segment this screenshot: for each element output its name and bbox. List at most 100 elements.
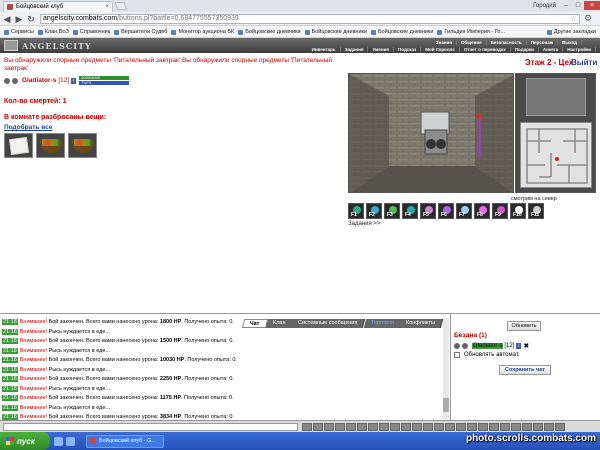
save-chat-button[interactable]: Сохранить чат <box>499 365 551 375</box>
game-menu-item[interactable]: Отчет о переводах <box>460 46 511 52</box>
chat-tool-icon[interactable] <box>511 422 521 431</box>
hotbar-slot[interactable]: F2 <box>366 203 382 219</box>
chat-tab[interactable]: Торговля <box>363 319 402 328</box>
bookmark-item[interactable]: Бойцовские дневники <box>304 29 367 35</box>
hotbar-slot[interactable]: F11 <box>528 203 544 219</box>
hotbar-slot[interactable]: F8 <box>474 203 490 219</box>
auto-refresh-checkbox[interactable] <box>454 352 460 358</box>
bookmark-item[interactable]: Бойцовские дневники <box>371 29 433 35</box>
bookmark-item[interactable]: Справочник <box>72 29 110 35</box>
game-menu-item[interactable]: Настройки <box>563 46 596 52</box>
chat-tool-icon[interactable] <box>478 422 488 431</box>
bookmark-item[interactable]: Клан ВоЗ <box>37 29 69 35</box>
chat-tool-icon[interactable] <box>379 422 389 431</box>
chat-time[interactable]: 21:18 <box>2 328 18 335</box>
chat-time[interactable]: 21:18 <box>2 376 18 382</box>
chat-time[interactable]: 21:18 <box>2 347 18 354</box>
chat-tool-icon[interactable] <box>357 422 367 431</box>
chat-tool-icon[interactable] <box>533 422 543 431</box>
item-breakfast[interactable] <box>36 133 65 158</box>
game-menu-item[interactable]: Умения <box>368 46 395 52</box>
chat-time[interactable]: 21:18 <box>2 395 18 401</box>
back-icon[interactable]: ◀ <box>2 14 12 24</box>
game-menu-item[interactable]: Инвентарь <box>308 46 341 52</box>
hotbar-slot[interactable]: F9 <box>492 203 508 219</box>
hotbar-slot[interactable]: F5 <box>420 203 436 219</box>
chat-time[interactable]: 21:18 <box>2 366 18 373</box>
chat-input[interactable] <box>3 422 298 431</box>
chat-tab[interactable]: Системные сообщения <box>290 319 366 328</box>
refresh-button[interactable]: Обновить <box>507 321 541 331</box>
game-menu-item[interactable]: Общение <box>457 39 487 45</box>
game-menu-item[interactable]: Персонаж <box>527 39 558 45</box>
tasks-link[interactable]: Задания >> <box>348 221 380 227</box>
chat-tool-icon[interactable] <box>324 422 334 431</box>
item-scroll[interactable] <box>4 133 33 158</box>
bookmark-star-icon[interactable]: ☆ <box>570 14 577 23</box>
chat-tool-icon[interactable] <box>522 422 532 431</box>
chat-tool-icon[interactable] <box>555 422 565 431</box>
bookmark-item[interactable]: Монитор аукциона БК <box>171 29 234 35</box>
hotbar-slot[interactable]: F1 <box>348 203 364 219</box>
chat-time[interactable]: 21:18 <box>2 385 18 392</box>
game-menu-item[interactable]: Мой Скроллс <box>421 46 460 52</box>
chat-tool-icon[interactable] <box>302 422 312 431</box>
start-button[interactable]: пуск <box>0 432 50 450</box>
bookmark-item[interactable]: Бойцовские дневники <box>238 29 301 35</box>
chat-time[interactable]: 21:18 <box>2 338 18 344</box>
tab-close-icon[interactable]: × <box>105 4 109 10</box>
wrench-icon[interactable]: ⚙ <box>584 13 592 24</box>
minimize-icon[interactable]: – <box>560 1 572 10</box>
pick-all-link[interactable]: Подобрать все <box>4 124 52 131</box>
info-icon[interactable]: i <box>71 77 77 84</box>
hotbar-slot[interactable]: F10 <box>510 203 526 219</box>
online-user-name[interactable]: Gladiator-s <box>472 343 504 349</box>
chat-tool-icon[interactable] <box>489 422 499 431</box>
chat-tool-icon[interactable] <box>500 422 510 431</box>
chat-tool-icon[interactable] <box>467 422 477 431</box>
bookmark-item[interactable]: Вершители Судеб <box>114 29 167 35</box>
chat-time[interactable]: 21:18 <box>2 357 18 363</box>
exit-link[interactable]: Выйти <box>571 58 597 67</box>
chat-tool-icon[interactable] <box>456 422 466 431</box>
game-menu-item[interactable]: Задания <box>341 46 369 52</box>
chat-scrollbar[interactable] <box>443 318 449 420</box>
chat-tool-icon[interactable] <box>423 422 433 431</box>
chat-tab[interactable]: Конфликты <box>399 319 444 328</box>
chat-tool-icon[interactable] <box>544 422 554 431</box>
chat-tool-icon[interactable] <box>390 422 400 431</box>
chat-time[interactable]: 21:18 <box>2 404 18 411</box>
compass-icon[interactable] <box>526 78 586 116</box>
minimap[interactable] <box>520 122 592 188</box>
dungeon-view[interactable] <box>348 73 514 193</box>
chat-tool-icon[interactable] <box>412 422 422 431</box>
chat-tool-icon[interactable] <box>401 422 411 431</box>
chat-tool-icon[interactable] <box>335 422 345 431</box>
maximize-icon[interactable]: □ <box>572 1 584 10</box>
desktop-icon[interactable] <box>54 436 63 446</box>
chat-tool-icon[interactable] <box>346 422 356 431</box>
game-menu-item[interactable]: Подсказ <box>394 46 422 52</box>
forward-icon[interactable]: ▶ <box>14 14 24 24</box>
player-name[interactable]: Gladiator-s <box>22 77 56 84</box>
chat-time[interactable]: 21:18 <box>2 319 18 325</box>
reload-icon[interactable]: ↻ <box>26 14 36 24</box>
taskbar-task[interactable]: Бойцовский клуб - G... <box>86 434 164 448</box>
game-menu-item[interactable]: Знания <box>432 39 458 45</box>
chat-tool-icon[interactable] <box>313 422 323 431</box>
game-menu-item[interactable]: Выход <box>558 39 582 45</box>
browser-user[interactable]: Городий <box>533 3 556 9</box>
chat-tool-icon[interactable] <box>368 422 378 431</box>
hotbar-slot[interactable]: F4 <box>402 203 418 219</box>
item-breakfast[interactable] <box>68 133 97 158</box>
new-tab-button[interactable] <box>114 2 128 10</box>
scroll-thumb[interactable] <box>443 398 449 412</box>
info-icon[interactable]: i <box>516 343 522 349</box>
bookmark-item[interactable]: Гильдия Империя - Го... <box>437 29 505 35</box>
chat-tool-icon[interactable] <box>445 422 455 431</box>
browser-tab[interactable]: Бойцовский клуб × <box>3 0 113 12</box>
game-menu-item[interactable]: Анкета <box>539 46 564 52</box>
chat-tab[interactable]: Клан <box>265 319 294 328</box>
close-window-icon[interactable]: × <box>584 1 600 10</box>
bookmark-other[interactable]: Другие закладки <box>546 29 596 35</box>
